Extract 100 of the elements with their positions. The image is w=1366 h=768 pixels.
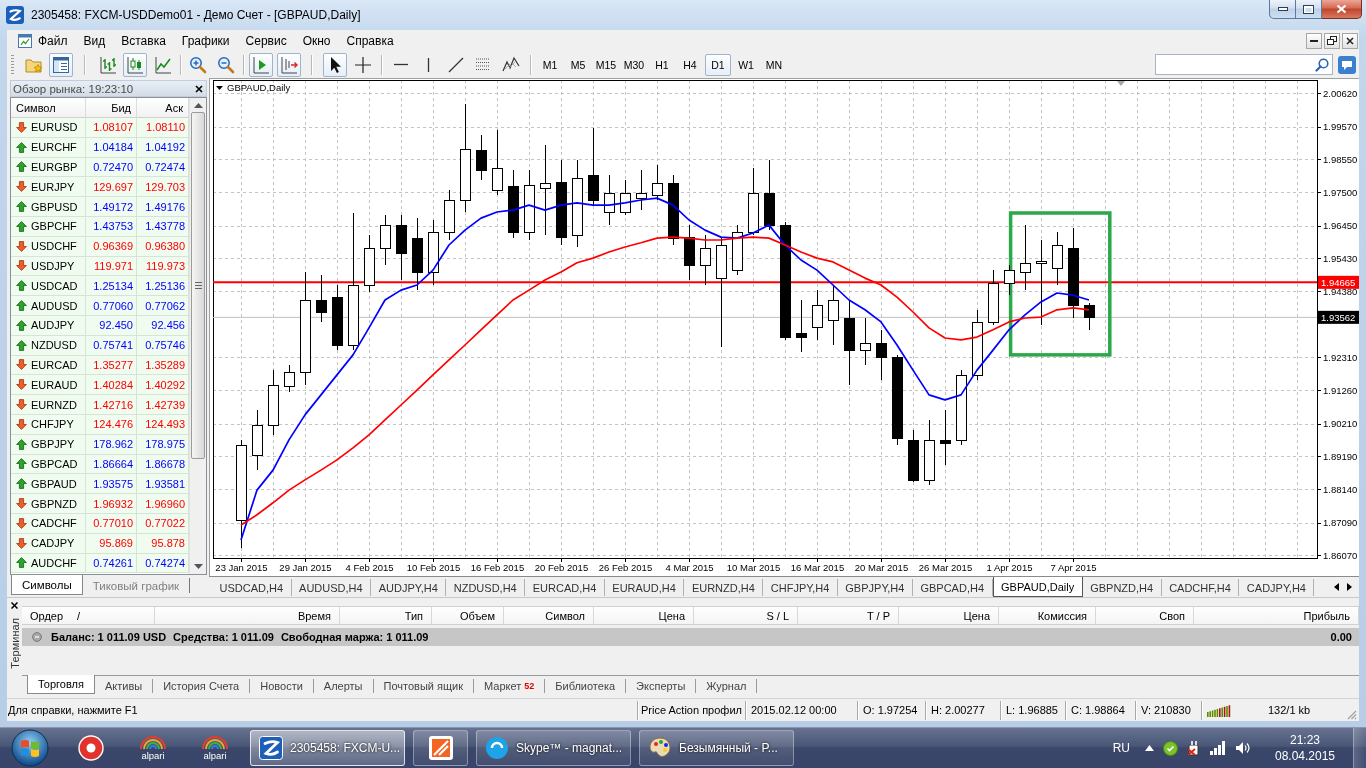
restore-button[interactable] [1324,32,1340,49]
taskbar-button[interactable]: Безымянный - P... [639,730,794,766]
close-button[interactable] [1322,0,1362,19]
quote-row[interactable]: GBPAUD 1.93575 1.93581 [11,474,189,495]
menu-item[interactable]: Вставка [113,31,174,50]
column-header[interactable]: Своп [1096,607,1194,624]
tab[interactable]: Маркет 52 [474,679,546,693]
quote-row[interactable]: GBPUSD 1.49172 1.49176 [11,197,189,217]
timeframe-button[interactable]: W1 [733,53,759,76]
scrollbar[interactable] [189,98,206,574]
column-header[interactable]: S / L [694,607,798,624]
column-header[interactable]: Прибыль [1194,607,1359,624]
quote-row[interactable]: EURNZD 1.42716 1.42739 [11,395,189,415]
scroll-up-icon[interactable] [193,103,203,108]
tab[interactable]: Новости [250,679,314,693]
shift-marker-icon[interactable] [1117,81,1125,86]
maximize-button[interactable] [1296,0,1322,19]
chart-tab[interactable]: AUDUSD,H4 [291,579,372,596]
chart-tab[interactable]: CADCHF,H4 [1161,579,1240,596]
tab[interactable]: Библиотека [545,679,627,693]
quote-row[interactable]: EURAUD 1.40284 1.40292 [11,375,189,396]
quote-row[interactable]: CADJPY 95.869 95.878 [11,533,189,554]
check-circle-icon[interactable] [1163,740,1178,756]
column-header[interactable]: Цена [594,607,694,624]
scroll-right-icon[interactable] [1347,583,1352,591]
minimize-button[interactable] [1306,32,1322,49]
quote-row[interactable]: GBPNZD 1.96932 1.96960 [11,494,189,514]
quote-row[interactable]: USDCAD 1.25134 1.25136 [11,276,189,297]
taskbar-button[interactable]: alpari [184,728,246,768]
column-header[interactable]: Ордер / [22,607,155,624]
tab[interactable]: Активы [94,679,154,693]
quote-row[interactable]: USDJPY 119.971 119.973 [11,256,189,277]
tab[interactable]: История Счета [153,679,251,693]
search-field[interactable] [1155,54,1333,75]
quote-row[interactable]: GBPCAD 1.86664 1.86678 [11,454,189,475]
close-button[interactable] [1342,32,1358,49]
close-button[interactable] [11,602,18,609]
column-header[interactable]: Аск [137,98,189,118]
quote-row[interactable]: EURCAD 1.35277 1.35289 [11,355,189,376]
timeframe-button[interactable]: M15 [593,53,619,76]
timeframe-button[interactable]: MN [761,53,787,76]
chat-icon[interactable] [1338,55,1356,74]
chart-tab[interactable]: GBPJPY,H4 [837,579,913,596]
scroll-thumb[interactable] [191,112,205,459]
chart-tab[interactable]: CHFJPY,H4 [763,579,838,596]
column-header[interactable]: Цена [899,607,999,624]
timeframe-button[interactable]: H4 [677,53,703,76]
column-header[interactable]: T / P [798,607,899,624]
timeframe-button[interactable]: H1 [649,53,675,76]
tab[interactable]: Эксперты [626,679,697,693]
taskbar-button[interactable]: alpari [122,728,184,768]
signal-bars-icon[interactable] [1210,741,1226,755]
quote-row[interactable]: AUDUSD 0.77060 0.77062 [11,296,189,316]
menu-item[interactable]: Графики [173,31,238,50]
quote-row[interactable]: AUDCHF 0.74261 0.74274 [11,553,189,574]
quote-row[interactable]: CADCHF 0.77010 0.77022 [11,513,189,534]
scroll-down-icon[interactable] [193,564,203,569]
tab[interactable]: Тиковый график [82,578,191,593]
chart-tab[interactable]: NZDUSD,H4 [446,579,526,596]
plug-icon[interactable] [1187,740,1201,756]
quote-row[interactable]: GBPJPY 178.962 178.975 [11,434,189,455]
scroll-left-icon[interactable] [1334,583,1339,591]
column-header[interactable]: Символ [504,607,594,624]
menu-item[interactable]: Окно [294,31,339,50]
chart-tab[interactable]: GBPAUD,Daily [992,577,1083,597]
quote-row[interactable]: EURCHF 1.04184 1.04192 [11,137,189,158]
quote-row[interactable]: AUDJPY 92.450 92.456 [11,315,189,336]
timeframe-button[interactable]: M30 [621,53,647,76]
taskbar-button[interactable] [413,730,468,766]
dropdown-triangle-icon[interactable] [216,86,223,90]
timeframe-button[interactable]: M1 [537,53,563,76]
tab[interactable]: Алерты [313,679,374,693]
quote-row[interactable]: USDCHF 0.96369 0.96380 [11,236,189,257]
menu-item[interactable]: Сервис [237,31,295,50]
language-indicator[interactable]: RU [1112,741,1130,755]
up-triangle-icon[interactable] [1145,745,1154,751]
menu-item[interactable]: Справка [338,31,402,50]
column-header[interactable]: Время [155,607,340,624]
chart-tab[interactable]: CADJPY,H4 [1239,579,1315,596]
chart-tab[interactable]: EURAUD,H4 [604,579,685,596]
quote-row[interactable]: EURUSD 1.08107 1.08110 [11,118,189,138]
show-desktop-button[interactable] [1353,728,1366,768]
tab[interactable]: Почтовый ящик [373,679,474,693]
quote-row[interactable]: EURGBP 0.72470 0.72474 [11,157,189,178]
chart-tab[interactable]: AUDJPY,H4 [371,579,447,596]
quote-row[interactable]: EURJPY 129.697 129.703 [11,177,189,198]
quote-row[interactable]: GBPCHF 1.43753 1.43778 [11,217,189,237]
column-header[interactable]: Тип [340,607,432,624]
minimize-button[interactable] [1269,0,1296,19]
menu-item[interactable]: Вид [75,31,114,50]
taskbar-button[interactable]: Skype™ - magnat... [476,730,631,766]
close-button[interactable] [195,84,203,93]
column-header[interactable]: Объем [432,607,504,624]
column-header[interactable]: Символ [11,98,86,118]
chart-tab[interactable]: GBPNZD,H4 [1082,579,1162,596]
chart-tab[interactable]: EURNZD,H4 [684,579,764,596]
column-header[interactable]: Комиссия [999,607,1096,624]
tab[interactable]: Журнал [696,679,758,693]
chart-tab[interactable]: USDCAD,H4 [212,579,292,596]
timeframe-button[interactable]: M5 [565,53,591,76]
